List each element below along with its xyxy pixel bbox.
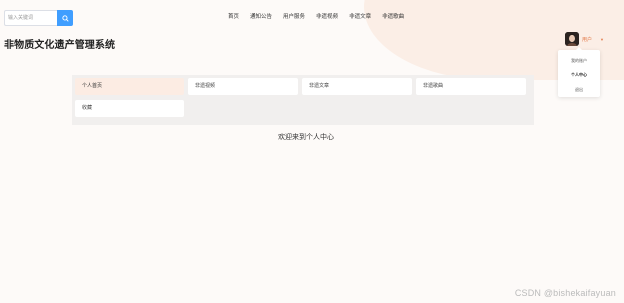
top-bar: 首页 通知公告 用户服务 非遗视频 非遗文章 非遗歌曲 bbox=[0, 8, 624, 28]
tab-heritage-article[interactable]: 非遗文章 bbox=[302, 78, 412, 95]
search-icon bbox=[61, 14, 69, 22]
page: 首页 通知公告 用户服务 非遗视频 非遗文章 非遗歌曲 非物质文化遗产管理系统 … bbox=[0, 0, 624, 303]
main-nav: 首页 通知公告 用户服务 非遗视频 非遗文章 非遗歌曲 bbox=[228, 12, 415, 20]
welcome-message: 欢迎来到个人中心 bbox=[278, 134, 334, 141]
dropdown-item-logout[interactable]: 退出 bbox=[575, 83, 583, 97]
avatar[interactable] bbox=[565, 32, 579, 46]
chevron-down-icon[interactable]: ▼ bbox=[600, 37, 604, 42]
nav-user-service[interactable]: 用户服务 bbox=[283, 12, 305, 20]
dropdown-item-my-account[interactable]: 我的账户 bbox=[571, 54, 587, 68]
tab-favorites[interactable]: 收藏 bbox=[75, 100, 184, 117]
nav-heritage-song[interactable]: 非遗歌曲 bbox=[382, 12, 404, 20]
search-box bbox=[4, 10, 73, 26]
username[interactable]: 用户 bbox=[582, 36, 592, 43]
tab-personal-home[interactable]: 个人首页 bbox=[75, 78, 184, 95]
tab-heritage-video[interactable]: 非遗视频 bbox=[188, 78, 298, 95]
nav-notices[interactable]: 通知公告 bbox=[250, 12, 272, 20]
nav-heritage-article[interactable]: 非遗文章 bbox=[349, 12, 371, 20]
avatar-image bbox=[565, 32, 579, 46]
dropdown-item-personal-center[interactable]: 个人中心 bbox=[571, 68, 587, 82]
search-input[interactable] bbox=[4, 10, 57, 26]
personal-center-tabs: 个人首页 非遗视频 非遗文章 非遗歌曲 收藏 bbox=[72, 75, 534, 125]
watermark: CSDN @bishekaifayuan bbox=[514, 288, 616, 298]
nav-heritage-video[interactable]: 非遗视频 bbox=[316, 12, 338, 20]
user-menu-trigger[interactable]: 用户 ▼ bbox=[565, 32, 604, 46]
search-button[interactable] bbox=[57, 10, 73, 26]
nav-home[interactable]: 首页 bbox=[228, 12, 239, 20]
tab-heritage-song[interactable]: 非遗歌曲 bbox=[416, 78, 526, 95]
site-title: 非物质文化遗产管理系统 bbox=[4, 40, 116, 51]
user-dropdown: 我的账户 个人中心 退出 bbox=[558, 47, 600, 97]
